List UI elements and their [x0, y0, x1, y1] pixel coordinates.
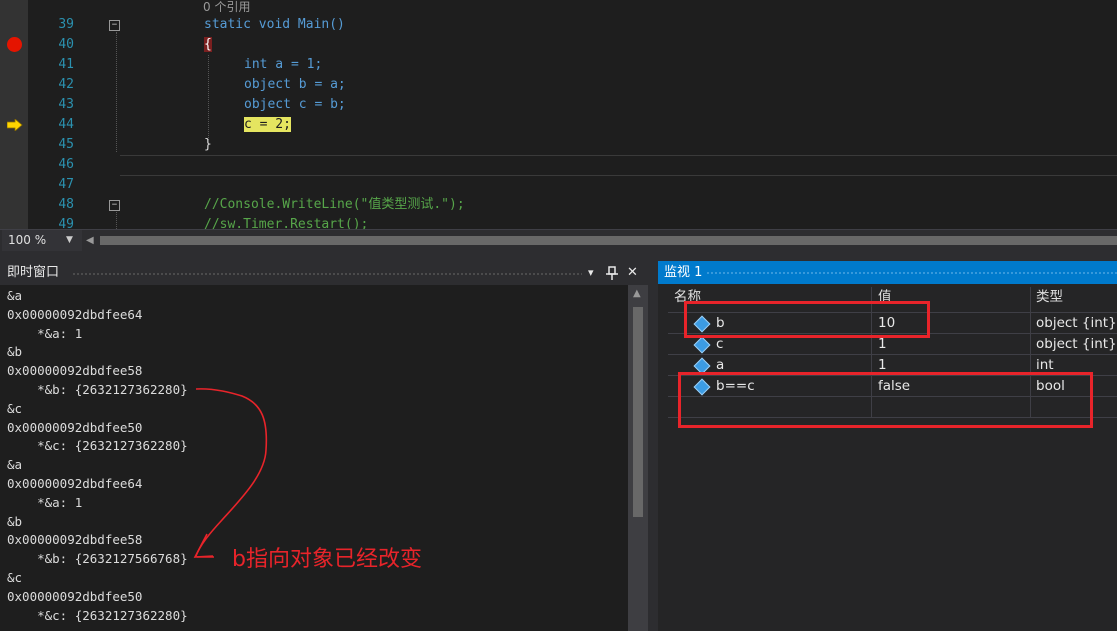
- annotation-arrow: [193, 388, 268, 558]
- annotation-label: b指向对象已经改变: [232, 547, 422, 572]
